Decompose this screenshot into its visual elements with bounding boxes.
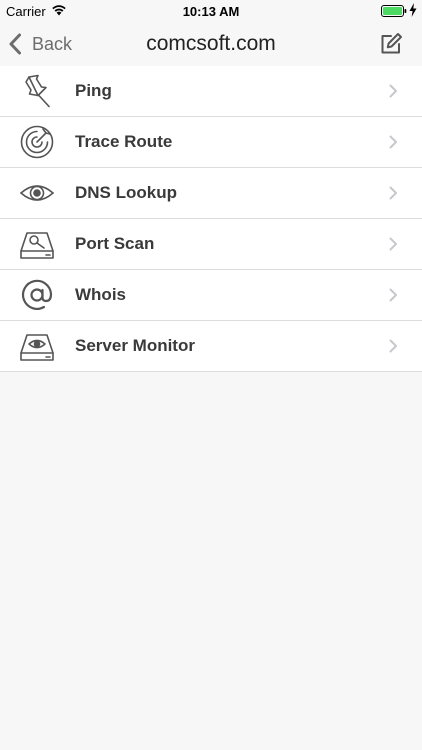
chevron-right-icon: [389, 84, 397, 98]
menu-item-server-monitor[interactable]: Server Monitor: [0, 321, 422, 372]
back-button[interactable]: Back: [8, 22, 72, 66]
menu-item-label: Whois: [75, 285, 126, 304]
chevron-right-icon: [389, 339, 397, 353]
pushpin-icon: [25, 74, 50, 108]
chevron-left-icon: [9, 33, 21, 55]
menu-item-ping[interactable]: Ping: [0, 66, 422, 117]
chevron-right-icon: [389, 186, 397, 200]
menu-item-trace-route[interactable]: Trace Route: [0, 117, 422, 168]
status-bar: Carrier 10:13 AM: [0, 0, 422, 22]
menu-item-label: Trace Route: [75, 132, 173, 151]
charging-bolt-icon: [409, 3, 417, 17]
back-label: Back: [32, 33, 73, 54]
drive-eye-icon: [20, 334, 54, 361]
menu-item-dns-lookup[interactable]: DNS Lookup: [0, 168, 422, 219]
drive-search-icon: [20, 232, 54, 259]
at-sign-icon: [21, 279, 53, 310]
menu-item-port-scan[interactable]: Port Scan: [0, 219, 422, 270]
radar-icon: [20, 125, 54, 159]
navigation-bar: Back comcsoft.com: [0, 22, 422, 67]
edit-icon[interactable]: [378, 31, 404, 57]
menu-item-label: Server Monitor: [75, 336, 195, 355]
chevron-right-icon: [389, 135, 397, 149]
status-time: 10:13 AM: [182, 4, 240, 19]
menu-item-label: Port Scan: [75, 234, 155, 253]
menu-item-whois[interactable]: Whois: [0, 270, 422, 321]
chevron-right-icon: [389, 288, 397, 302]
battery-icon: [381, 5, 407, 17]
menu-item-label: DNS Lookup: [75, 183, 177, 202]
menu-item-label: Ping: [75, 81, 112, 100]
eye-icon: [19, 185, 55, 201]
tools-menu-list: Ping Trace Route DNS Lookup Port Scan Wh…: [0, 66, 422, 372]
chevron-right-icon: [389, 237, 397, 251]
